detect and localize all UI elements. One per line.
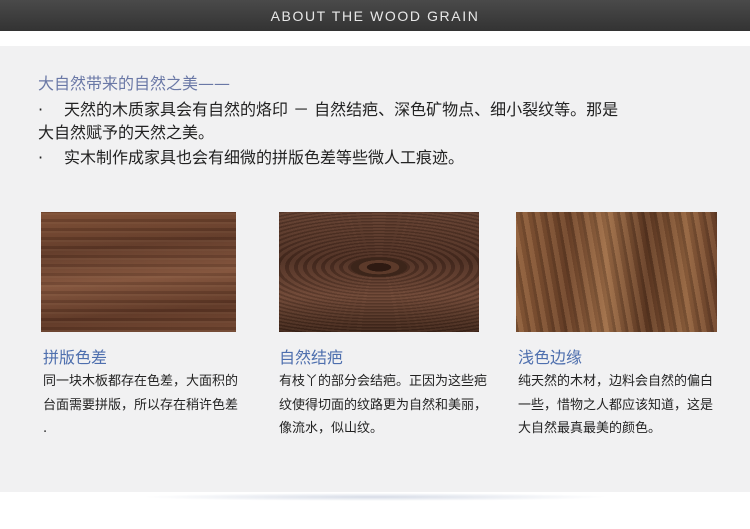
wood-sample-image-light-edge	[516, 212, 717, 332]
sample-description: 有枝丫的部分会结疤。正因为这些疤纹使得切面的纹路更为自然和美丽，像流水，似山纹。	[279, 374, 488, 436]
wood-sample-image-natural-knot	[279, 212, 479, 332]
bullet-icon: ·	[38, 100, 44, 119]
sample-title: 浅色边缘	[518, 348, 583, 367]
header-bar: ABOUT THE WOOD GRAIN	[0, 0, 750, 31]
wood-sample-image-color-difference	[41, 212, 236, 332]
intro-line-3: · 实木制作成家具也会有细微的拼版色差等些微人工痕迹。	[38, 147, 464, 169]
intro-line-1: · 天然的木质家具会有自然的烙印 － 自然结疤、深色矿物点、细小裂纹等。那是	[38, 99, 618, 121]
sample-description: 纯天然的木材，边料会自然的偏白一些，惜物之人都应该知道，这是大自然最真最美的颜色…	[518, 374, 714, 436]
bottom-divider	[140, 493, 610, 501]
sample-description: 同一块木板都存在色差，大面积的台面需要拼版，所以存在稍许色差 .	[43, 374, 239, 436]
bullet-icon: ·	[38, 148, 44, 167]
header-title: ABOUT THE WOOD GRAIN	[270, 7, 480, 24]
intro-line-2: 大自然赋予的天然之美。	[38, 123, 215, 142]
intro-text-1: 天然的木质家具会有自然的烙印 － 自然结疤、深色矿物点、细小裂纹等。那是	[64, 100, 619, 119]
sample-title: 自然结疤	[279, 348, 344, 367]
intro-heading: 大自然带来的自然之美——	[38, 74, 231, 93]
sample-title: 拼版色差	[43, 348, 108, 367]
intro-text-3: 实木制作成家具也会有细微的拼版色差等些微人工痕迹。	[64, 148, 465, 167]
